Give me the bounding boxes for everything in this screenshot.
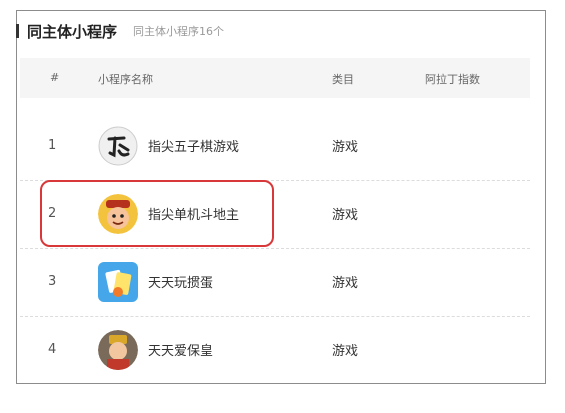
- section-subtitle: 同主体小程序16个: [133, 25, 225, 38]
- table-row[interactable]: 3 天天玩掼蛋 游戏: [20, 248, 530, 317]
- column-aladdin-index: 阿拉丁指数: [425, 73, 480, 86]
- program-category: 游戏: [332, 140, 359, 155]
- title-accent-bar: [16, 24, 19, 38]
- program-name[interactable]: 天天爱保皇: [148, 340, 213, 359]
- program-category: 游戏: [332, 276, 359, 291]
- program-name[interactable]: 天天玩掼蛋: [148, 272, 213, 291]
- program-name[interactable]: 指尖五子棋游戏: [148, 136, 239, 155]
- cards-icon: [98, 262, 138, 302]
- column-name: 小程序名称: [98, 73, 153, 86]
- section-title: 同主体小程序: [27, 22, 118, 41]
- row-index: 1: [48, 138, 57, 153]
- row-index: 3: [48, 274, 57, 289]
- emperor-figure-icon: [98, 330, 138, 370]
- program-category: 游戏: [332, 344, 359, 359]
- table-row[interactable]: 4 天天爱保皇 游戏: [20, 316, 530, 384]
- section-header: 同主体小程序 同主体小程序16个: [16, 20, 224, 42]
- row-index: 4: [48, 342, 57, 357]
- column-category: 类目: [332, 73, 354, 86]
- table-row[interactable]: 1 指尖五子棋游戏 游戏: [20, 112, 530, 181]
- column-index: #: [50, 71, 60, 84]
- highlight-box: [40, 180, 274, 247]
- program-category: 游戏: [332, 208, 359, 223]
- gomoku-calligraphy-icon: [98, 126, 138, 166]
- table-header: # 小程序名称 类目 阿拉丁指数: [20, 58, 530, 98]
